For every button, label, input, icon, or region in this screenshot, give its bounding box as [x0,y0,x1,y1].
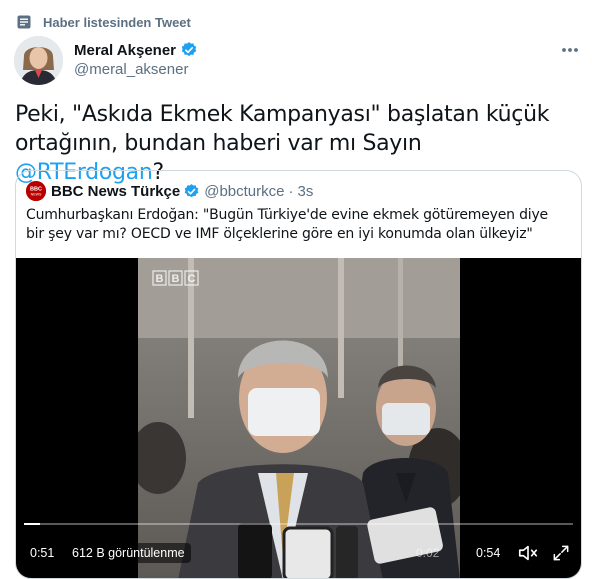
verified-badge-icon [180,41,198,59]
author-avatar[interactable] [14,36,63,85]
video-progress-fill [24,523,41,525]
author-name[interactable]: Meral Akşener [74,42,176,59]
quoted-author-name: BBC News Türkçe [51,182,181,200]
author-info: Meral Akşener @meral_aksener [74,40,198,78]
author-handle[interactable]: @meral_aksener [74,61,198,78]
bbc-watermark-logo: B B C [152,270,199,286]
quoted-author-handle: @bbcturkce [204,182,285,200]
video-frame: B B C [138,258,460,578]
bbc-watermark-letter-2: B [172,273,180,285]
context-label[interactable]: Haber listesinden Tweet [43,15,191,30]
quoted-tweet[interactable]: BBC NEWS BBC News Türkçe @bbcturkce · 3s… [15,170,582,579]
mute-icon[interactable] [516,541,540,565]
bbc-watermark-letter-3: C [188,273,196,285]
fullscreen-icon[interactable] [549,541,573,565]
tweet-text-part: Peki, "Askıda Ekmek Kampanyası" başlatan… [15,102,550,156]
video-position: 0:02 [416,546,440,560]
quoted-separator: · [288,182,294,200]
video-progress-bar[interactable] [24,523,573,525]
bbc-watermark-letter-1: B [156,273,164,285]
more-options-icon[interactable] [560,42,580,58]
quoted-author-avatar: BBC NEWS [26,181,46,201]
video-duration: 0:54 [476,546,501,560]
quoted-verified-badge-icon [183,183,200,200]
quoted-tweet-header: BBC NEWS BBC News Türkçe @bbcturkce · 3s [26,181,313,201]
quoted-avatar-logo-sub: NEWS [31,193,42,197]
context-bar: Haber listesinden Tweet [16,12,191,32]
quoted-tweet-text: Cumhurbaşkanı Erdoğan: "Bugün Türkiye'de… [26,207,548,242]
video-player[interactable]: B B C 0:51 612 B görüntülenme 0:02 0:54 [16,258,581,578]
list-icon [16,14,32,30]
video-view-count: 612 B görüntülenme [66,543,191,563]
quoted-timestamp: 3s [297,182,314,200]
video-elapsed-time: 0:51 [24,543,61,563]
